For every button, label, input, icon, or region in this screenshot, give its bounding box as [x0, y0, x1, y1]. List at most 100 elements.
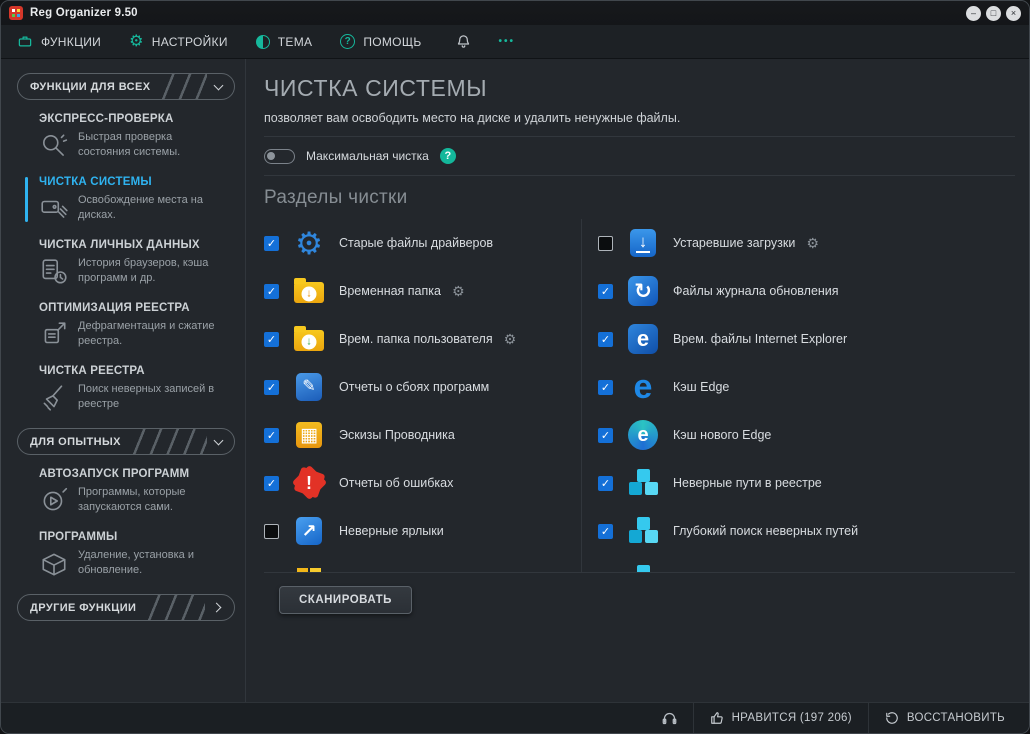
package-box-icon — [39, 549, 69, 579]
sidebar-item-express-check[interactable]: ЭКСПРЕСС-ПРОВЕРКА Быстрая проверка состо… — [17, 113, 235, 161]
app-window: Reg Organizer 9.50 – □ × ФУНКЦИИ ⚙ НАСТР… — [0, 0, 1030, 734]
checkbox[interactable] — [598, 428, 613, 443]
cleanup-item-system-logs: Логи работы системы — [264, 555, 581, 572]
section-other-label: ДРУГИЕ ФУНКЦИИ — [30, 602, 136, 614]
item-settings-gear-icon[interactable] — [452, 284, 465, 298]
icon-glyph: ↓ — [302, 334, 317, 349]
sidebar-item-registry-optimize[interactable]: ОПТИМИЗАЦИЯ РЕЕСТРА Дефрагментация и сжа… — [17, 302, 235, 350]
scan-button[interactable]: СКАНИРОВАТЬ — [279, 586, 412, 614]
toggle-knob — [267, 152, 275, 160]
icon-glyph: ↻ — [634, 281, 652, 302]
cleanup-item-label: Старые файлы драйверов — [339, 236, 493, 250]
sidebar-section-all[interactable]: ФУНКЦИИ ДЛЯ ВСЕХ — [17, 73, 235, 100]
explorer-thumbnails-icon: ▦ — [290, 417, 328, 453]
checkbox[interactable] — [598, 284, 613, 299]
theme-icon — [256, 35, 270, 49]
sidebar-item-title: ЧИСТКА ЛИЧНЫХ ДАННЫХ — [39, 239, 235, 251]
page-title: ЧИСТКА СИСТЕМЫ — [264, 75, 1015, 102]
sidebar-item-registry-clean[interactable]: ЧИСТКА РЕЕСТРА Поиск неверных записей в … — [17, 365, 235, 413]
checkbox[interactable] — [264, 236, 279, 251]
menu-settings-label: НАСТРОЙКИ — [152, 35, 228, 49]
stripes-decoration — [131, 428, 207, 455]
user-temp-folder-icon: ↓ — [290, 321, 328, 357]
chevron-down-icon — [214, 80, 224, 90]
sidebar-item-title: ЧИСТКА РЕЕСТРА — [39, 365, 235, 377]
section-advanced-label: ДЛЯ ОПЫТНЫХ — [30, 436, 121, 448]
sidebar-item-programs[interactable]: ПРОГРАММЫ Удаление, установка и обновлен… — [17, 531, 235, 579]
menu-settings[interactable]: ⚙ НАСТРОЙКИ — [129, 34, 228, 50]
menu-bar: ФУНКЦИИ ⚙ НАСТРОЙКИ ТЕМА ? ПОМОЩЬ ••• — [1, 25, 1029, 59]
deep-search-icon — [624, 513, 662, 549]
magnifier-icon — [39, 131, 69, 161]
menu-theme[interactable]: ТЕМА — [256, 35, 313, 49]
checkbox[interactable] — [598, 380, 613, 395]
checkbox[interactable] — [598, 236, 613, 251]
temp-folder-icon: ↓ — [290, 273, 328, 309]
cleanup-item-driver-files: ⚙ Старые файлы драйверов — [264, 219, 581, 267]
icon-glyph: ↗ — [301, 522, 316, 540]
sidebar-section-advanced[interactable]: ДЛЯ ОПЫТНЫХ — [17, 428, 235, 455]
checkbox[interactable] — [598, 524, 613, 539]
sidebar-item-desc: Программы, которые запускаются сами. — [78, 485, 220, 516]
checkbox[interactable] — [264, 572, 279, 573]
checkbox[interactable] — [264, 428, 279, 443]
window-title: Reg Organizer 9.50 — [30, 7, 138, 19]
sidebar-item-title: АВТОЗАПУСК ПРОГРАММ — [39, 468, 235, 480]
main-content: ЧИСТКА СИСТЕМЫ позволяет вам освободить … — [246, 59, 1029, 702]
checkbox[interactable] — [598, 332, 613, 347]
cleanup-item-label: Файлы журнала обновления — [673, 284, 839, 298]
icon-glyph: ! — [306, 474, 312, 492]
broom-icon — [39, 383, 69, 413]
checkbox[interactable] — [264, 380, 279, 395]
like-button[interactable]: НРАВИТСЯ (197 206) — [693, 703, 868, 733]
sidebar-item-title: ЧИСТКА СИСТЕМЫ — [39, 176, 235, 188]
title-bar[interactable]: Reg Organizer 9.50 – □ × — [1, 1, 1029, 25]
audio-button[interactable] — [646, 703, 693, 733]
cleanup-item-label: Неверные пути в реестре — [673, 476, 822, 490]
checkbox[interactable] — [264, 284, 279, 299]
checkbox[interactable] — [264, 524, 279, 539]
item-settings-gear-icon[interactable] — [806, 236, 819, 250]
sidebar-item-private-data[interactable]: ЧИСТКА ЛИЧНЫХ ДАННЫХ История браузеров, … — [17, 239, 235, 287]
question-badge-icon[interactable]: ? — [440, 148, 456, 164]
more-menu-button[interactable]: ••• — [499, 36, 516, 47]
cleanup-item-label: Глубокий поиск неверных путей — [673, 524, 858, 538]
checkbox[interactable] — [264, 332, 279, 347]
sidebar-item-title: ПРОГРАММЫ — [39, 531, 235, 543]
cleanup-item-invalid-registry-paths: Неверные пути в реестре — [598, 459, 1015, 507]
chevron-down-icon — [214, 435, 224, 445]
checkbox[interactable] — [264, 476, 279, 491]
bell-icon — [456, 34, 471, 49]
notifications-button[interactable] — [456, 34, 471, 49]
sidebar-item-system-clean[interactable]: ЧИСТКА СИСТЕМЫ Освобождение места на дис… — [17, 176, 235, 224]
icon-glyph: ↓ — [302, 286, 317, 301]
icon-glyph: e — [634, 370, 653, 404]
new-edge-cache-icon: e — [624, 417, 662, 453]
system-logs-icon — [290, 561, 328, 572]
item-settings-gear-icon[interactable] — [504, 332, 517, 346]
sidebar-item-autostart[interactable]: АВТОЗАПУСК ПРОГРАММ Программы, которые з… — [17, 468, 235, 516]
menu-functions-label: ФУНКЦИИ — [41, 35, 101, 49]
sidebar-item-desc: История браузеров, кэша программ и др. — [78, 256, 220, 287]
history-document-icon — [39, 257, 69, 287]
sidebar-section-other[interactable]: ДРУГИЕ ФУНКЦИИ — [17, 594, 235, 621]
body-area: ФУНКЦИИ ДЛЯ ВСЕХ ЭКСПРЕСС-ПРОВЕРКА Быстр… — [1, 59, 1029, 702]
close-button[interactable]: × — [1006, 6, 1021, 21]
restore-icon — [885, 711, 899, 725]
checkbox[interactable] — [598, 572, 613, 573]
icon-glyph: ⚙ — [295, 228, 323, 259]
driver-files-icon: ⚙ — [290, 225, 328, 261]
restore-button[interactable]: ВОССТАНОВИТЬ — [868, 703, 1021, 733]
menu-help[interactable]: ? ПОМОЩЬ — [340, 34, 421, 49]
cleanup-sections-title: Разделы чистки — [264, 187, 1015, 209]
cleanup-column-right: ↓ Устаревшие загрузки ↻ Файлы журнала об… — [581, 219, 1015, 572]
chevron-right-icon — [212, 603, 222, 613]
icon-glyph: ↓ — [639, 233, 648, 250]
menu-functions[interactable]: ФУНКЦИИ — [17, 34, 101, 49]
minimize-button[interactable]: – — [966, 6, 981, 21]
error-reports-icon: ! — [290, 465, 328, 501]
menu-help-label: ПОМОЩЬ — [363, 35, 421, 49]
checkbox[interactable] — [598, 476, 613, 491]
max-clean-toggle[interactable] — [264, 149, 295, 164]
maximize-button[interactable]: □ — [986, 6, 1001, 21]
